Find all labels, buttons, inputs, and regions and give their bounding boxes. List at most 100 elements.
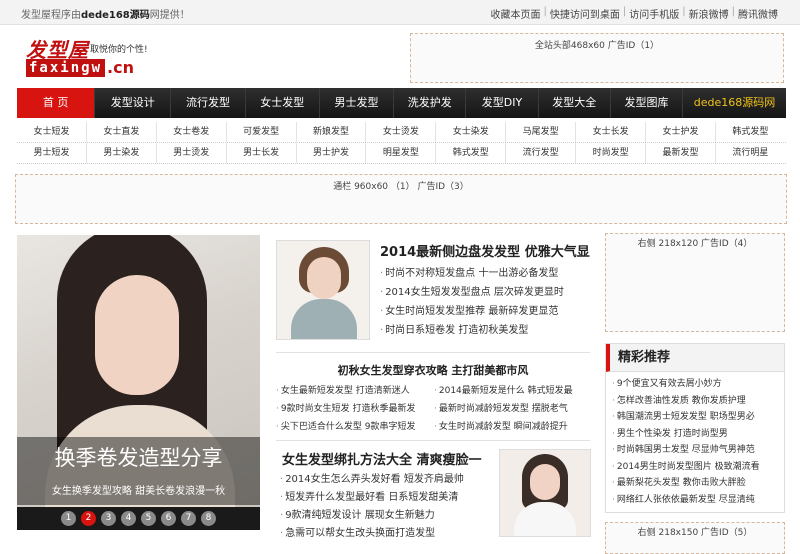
slider-dot-active[interactable]: 2 <box>81 511 96 526</box>
thumbnail-body <box>514 502 576 536</box>
article-thumbnail[interactable] <box>499 449 591 537</box>
recommend-item[interactable]: 时尚韩国男士发型 尽显帅气男神范 <box>612 442 784 459</box>
list-item[interactable]: 女生最新短发发型 打造清新迷人 <box>276 382 434 400</box>
sina-weibo-link[interactable]: 新浪微博 <box>689 6 729 21</box>
nav-popular-hair[interactable]: 流行发型 <box>171 88 246 118</box>
article-link[interactable]: 2014女生怎么弄头发好看 短发齐肩最帅 <box>280 471 492 489</box>
slider-dot[interactable]: 1 <box>61 511 76 526</box>
list-item[interactable]: 最新时尚减龄短发发型 摆脱老气 <box>434 400 592 418</box>
slider-dot[interactable]: 3 <box>101 511 116 526</box>
slider-dot[interactable]: 8 <box>201 511 216 526</box>
thumbnail-face <box>530 464 560 500</box>
recommend-box: 精彩推荐 9个便宜又有效去屑小妙方 怎样改善油性发质 教你发质护理 韩国潮流男士… <box>605 343 785 513</box>
sub-nav-item[interactable]: 最新发型 <box>646 143 716 163</box>
nav-hair-collection[interactable]: 发型大全 <box>539 88 611 118</box>
article-title[interactable]: 2014最新侧边盘发发型 优雅大气显 <box>380 241 590 260</box>
list-row: 尖下巴适合什么发型 9款串字短发 女生时尚减龄发型 瞬间减龄提升 <box>276 418 592 436</box>
slider-subtitle[interactable]: 女生换季发型攻略 甜美长卷发浪漫一秋 <box>17 482 260 497</box>
sub-nav-item[interactable]: 流行发型 <box>506 143 577 163</box>
slider-title[interactable]: 换季卷发造型分享 <box>17 442 260 472</box>
divider <box>276 352 590 353</box>
welcome-text: 发型屋程序由dede168源码网提供！ <box>21 6 190 21</box>
sub-nav-item[interactable]: 女士染发 <box>436 122 507 142</box>
nav-men-hair[interactable]: 男士发型 <box>320 88 395 118</box>
sub-nav-item[interactable]: 流行明星 <box>716 143 785 163</box>
bookmark-link[interactable]: 收藏本页面 <box>491 6 541 21</box>
nav-women-hair[interactable]: 女士发型 <box>246 88 320 118</box>
list-row: 9款时尚女生短发 打造秋季最新发 最新时尚减龄短发发型 摆脱老气 <box>276 400 592 418</box>
recommend-item[interactable]: 男生个性染发 打造时尚型男 <box>612 426 784 443</box>
list-item[interactable]: 尖下巴适合什么发型 9款串字短发 <box>276 418 434 436</box>
welcome-suffix: 网提供！ <box>149 10 190 21</box>
article-link[interactable]: 9款清纯短发设计 展现女生新魅力 <box>280 507 492 525</box>
sub-nav-item[interactable]: 男士短发 <box>17 143 87 163</box>
article-thumbnail[interactable] <box>276 240 370 340</box>
recommend-item[interactable]: 9个便宜又有效去屑小妙方 <box>612 376 784 393</box>
logo-english: faxingw .cn <box>26 58 134 77</box>
featured-slider[interactable]: 换季卷发造型分享 女生换季发型攻略 甜美长卷发浪漫一秋 1 2 3 4 5 6 … <box>17 235 260 530</box>
list-item[interactable]: 女生时尚减龄发型 瞬间减龄提升 <box>434 418 592 436</box>
slider-dot[interactable]: 6 <box>161 511 176 526</box>
nav-hair-diy[interactable]: 发型DIY <box>466 88 539 118</box>
main-nav: 首 页 发型设计 流行发型 女士发型 男士发型 洗发护发 发型DIY 发型大全 … <box>17 88 786 118</box>
nav-hair-design[interactable]: 发型设计 <box>95 88 172 118</box>
recommend-item[interactable]: 韩国潮流男士短发发型 职场型男必 <box>612 409 784 426</box>
sub-nav-item[interactable]: 女士烫发 <box>366 122 437 142</box>
top-links: 收藏本页面 | 快捷访问到桌面 | 访问手机版 | 新浪微博 | 腾讯微博 <box>491 6 779 21</box>
site-logo[interactable]: 发型屋 取悦你的个性! faxingw .cn <box>26 34 166 78</box>
logo-english-name: faxingw <box>26 58 106 77</box>
section-headline[interactable]: 初秋女生发型穿衣攻略 主打甜美都市风 <box>276 362 590 378</box>
article-link[interactable]: 短发弄什么发型最好看 日系短发甜美清 <box>280 489 492 507</box>
recommend-item[interactable]: 2014男生时尚发型图片 极致潮流看 <box>612 459 784 476</box>
sub-nav: 女士短发 女士直发 女士卷发 可爱发型 新娘发型 女士烫发 女士染发 马尾发型 … <box>17 122 786 164</box>
sub-nav-item[interactable]: 韩式发型 <box>436 143 507 163</box>
article-link[interactable]: 女生时尚短发发型推荐 最新碎发更显范 <box>380 302 590 321</box>
list-item[interactable]: 2014最新短发是什么 韩式短发最 <box>434 382 592 400</box>
sub-nav-item[interactable]: 女士卷发 <box>157 122 227 142</box>
slider-photo-face <box>95 275 179 395</box>
article-link[interactable]: 时尚不对称短发盘点 十一出游必备发型 <box>380 264 590 283</box>
header-ad[interactable]: 全站头部468x60 广告ID（1） <box>410 33 784 83</box>
sidebar-ad[interactable]: 右侧 218x120 广告ID（4） <box>605 233 785 332</box>
banner-ad[interactable]: 通栏 960x60 （1） 广告ID（3） <box>15 174 787 224</box>
slider-dot[interactable]: 7 <box>181 511 196 526</box>
recommend-item[interactable]: 网络红人张依依最新发型 尽显清纯 <box>612 492 784 509</box>
sub-nav-item[interactable]: 新娘发型 <box>297 122 367 142</box>
article-link[interactable]: 急需可以帮女生改头换面打造发型 <box>280 525 492 543</box>
separator: | <box>622 6 627 17</box>
sub-nav-item[interactable]: 马尾发型 <box>506 122 577 142</box>
slider-dot[interactable]: 5 <box>141 511 156 526</box>
tencent-weibo-link[interactable]: 腾讯微博 <box>738 6 778 21</box>
sub-nav-item[interactable]: 可爱发型 <box>227 122 297 142</box>
desktop-shortcut-link[interactable]: 快捷访问到桌面 <box>550 6 620 21</box>
sub-nav-row: 男士短发 男士染发 男士烫发 男士长发 男士护发 明星发型 韩式发型 流行发型 … <box>17 143 786 164</box>
header-ad-label: 全站头部468x60 广告ID（1） <box>534 41 660 51</box>
sub-nav-item[interactable]: 女士护发 <box>646 122 716 142</box>
list-item[interactable]: 9款时尚女生短发 打造秋季最新发 <box>276 400 434 418</box>
article-title[interactable]: 女生发型绑扎方法大全 清爽瘦脸一 <box>282 449 482 468</box>
article-link[interactable]: 时尚日系短卷发 打造初秋美发型 <box>380 321 590 340</box>
sub-nav-item[interactable]: 女士直发 <box>87 122 157 142</box>
logo-slogan: 取悦你的个性! <box>90 45 148 55</box>
nav-hair-care[interactable]: 洗发护发 <box>394 88 467 118</box>
nav-home[interactable]: 首 页 <box>17 88 96 118</box>
sub-nav-item[interactable]: 明星发型 <box>366 143 437 163</box>
recommend-item[interactable]: 怎样改善油性发质 教你发质护理 <box>612 393 784 410</box>
sub-nav-item[interactable]: 时尚发型 <box>576 143 647 163</box>
sub-nav-item[interactable]: 男士护发 <box>297 143 367 163</box>
sub-nav-item[interactable]: 韩式发型 <box>716 122 785 142</box>
article-links: 2014女生怎么弄头发好看 短发齐肩最帅 短发弄什么发型最好看 日系短发甜美清 … <box>280 471 492 543</box>
sidebar-ad[interactable]: 右侧 218x150 广告ID（5） <box>605 522 785 554</box>
recommend-item[interactable]: 最新梨花头发型 教你击败大胖脸 <box>612 475 784 492</box>
slider-dot[interactable]: 4 <box>121 511 136 526</box>
article-link[interactable]: 2014女生短发发型盘点 层次碎发更显时 <box>380 283 590 302</box>
nav-hair-gallery[interactable]: 发型图库 <box>611 88 684 118</box>
sub-nav-item[interactable]: 女士短发 <box>17 122 87 142</box>
sub-nav-item[interactable]: 男士烫发 <box>157 143 227 163</box>
mobile-version-link[interactable]: 访问手机版 <box>629 6 679 21</box>
sub-nav-item[interactable]: 男士长发 <box>227 143 297 163</box>
sub-nav-item[interactable]: 男士染发 <box>87 143 157 163</box>
sub-nav-item[interactable]: 女士长发 <box>576 122 647 142</box>
sidebar-ad-label: 右侧 218x150 广告ID（5） <box>637 528 753 538</box>
nav-dede168[interactable]: dede168源码网 <box>683 88 786 118</box>
